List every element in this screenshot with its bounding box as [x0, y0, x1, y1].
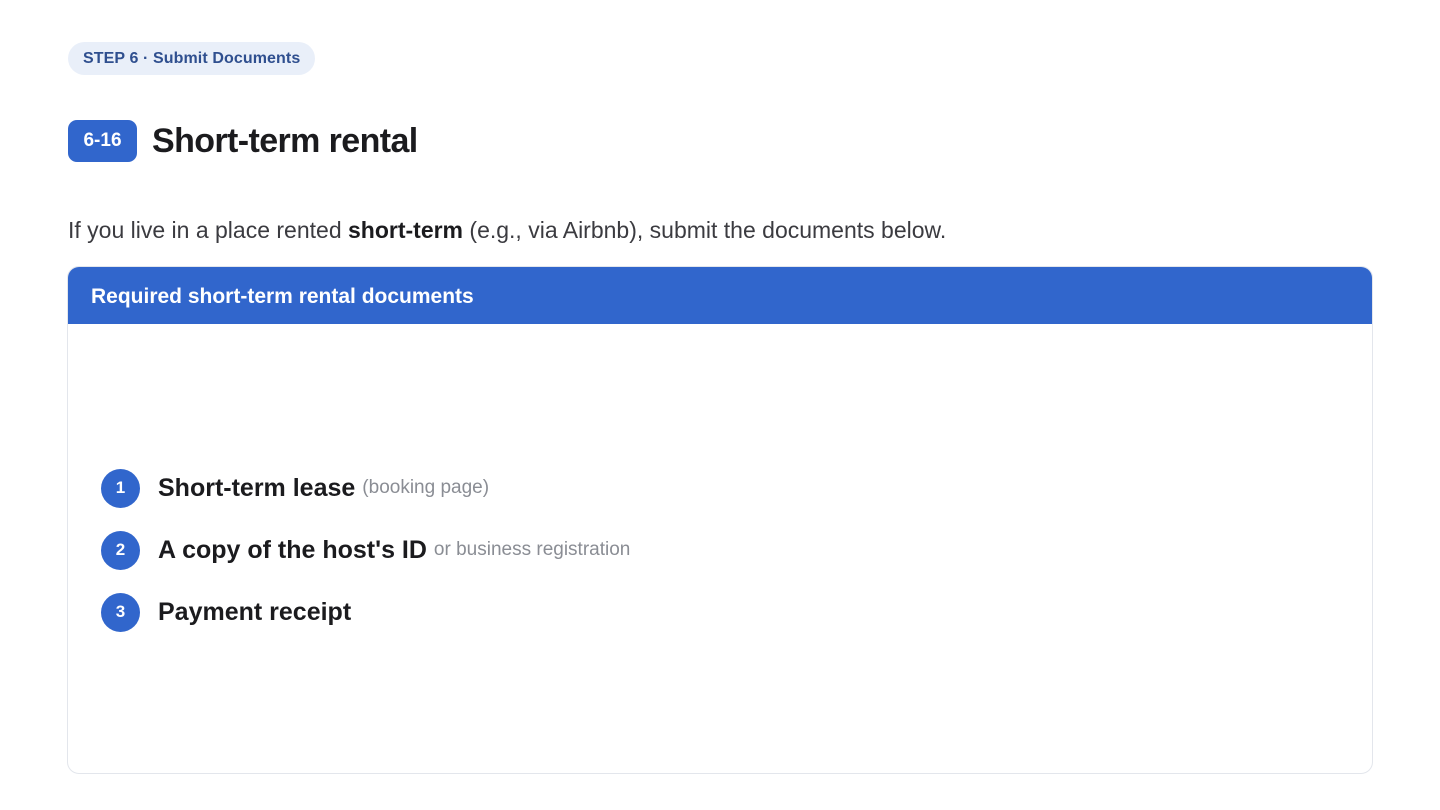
- page-title: Short-term rental: [152, 121, 418, 160]
- item-number-badge: 1: [101, 468, 140, 508]
- intro-text-before: If you live in a place rented: [68, 217, 348, 243]
- item-label: Payment receipt: [158, 597, 352, 626]
- item-label: A copy of the host's ID: [158, 535, 427, 564]
- document-list: 1 Short-term lease (booking page) 2 A co…: [101, 468, 630, 654]
- item-label: Short-term lease: [158, 473, 356, 502]
- item-note: (booking page): [362, 477, 490, 498]
- section-code-badge: 6-16: [68, 120, 137, 162]
- item-number-badge: 3: [101, 592, 140, 632]
- list-item: 2 A copy of the host's ID or business re…: [101, 530, 630, 570]
- list-item: 3 Payment receipt: [101, 592, 630, 632]
- card-header: Required short-term rental documents: [68, 267, 1372, 324]
- intro-text: If you live in a place rented short-term…: [68, 214, 1372, 246]
- item-number-badge: 2: [101, 530, 140, 570]
- section-heading: 6-16 Short-term rental: [68, 120, 1372, 162]
- required-documents-card: Required short-term rental documents 1 S…: [67, 266, 1373, 774]
- step-indicator: STEP 6 · Submit Documents: [68, 42, 316, 75]
- intro-text-emphasis: short-term: [348, 217, 464, 243]
- intro-text-after: (e.g., via Airbnb), submit the documents…: [463, 217, 947, 243]
- list-item: 1 Short-term lease (booking page): [101, 468, 630, 508]
- item-note: or business registration: [433, 539, 631, 560]
- page: STEP 6 · Submit Documents 6-16 Short-ter…: [0, 0, 1440, 810]
